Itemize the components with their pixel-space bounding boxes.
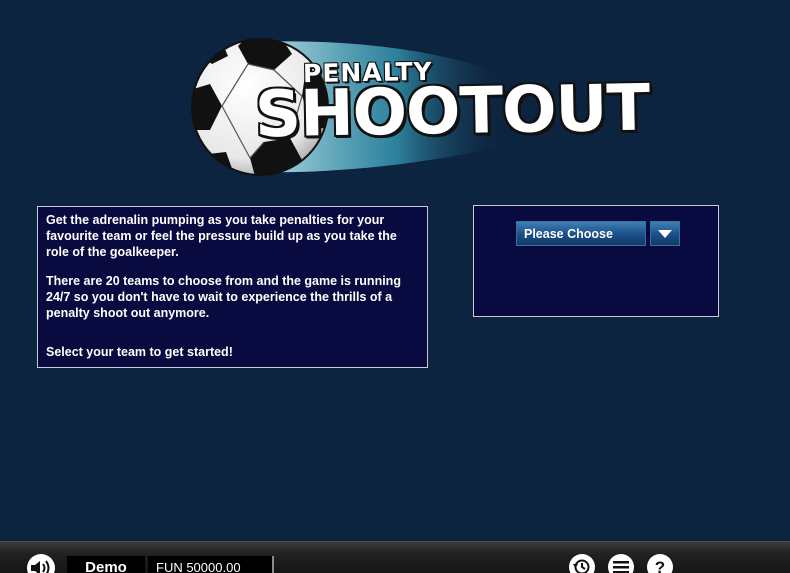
question-mark-icon: ?: [655, 559, 665, 573]
team-select-value[interactable]: Please Choose: [516, 221, 646, 246]
team-selection-panel: Please Choose: [473, 205, 719, 317]
bottom-toolbar: Demo FUN 50000.00 ?: [0, 541, 790, 573]
speaker-icon: [31, 560, 51, 573]
mode-label: Demo: [67, 556, 145, 573]
hamburger-menu-icon: [613, 560, 629, 573]
menu-button[interactable]: [608, 554, 634, 573]
call-to-action-text: Select your team to get started!: [46, 344, 419, 360]
description-paragraph: There are 20 teams to choose from and th…: [46, 273, 419, 321]
sound-toggle-button[interactable]: [27, 554, 55, 573]
dropdown-toggle-button[interactable]: [650, 221, 680, 246]
caret-down-icon: [658, 230, 672, 238]
logo-title-shootout: SHOOTOUT: [254, 77, 649, 148]
game-description-panel: Get the adrenalin pumping as you take pe…: [37, 206, 428, 368]
balance-display: FUN 50000.00: [148, 556, 274, 573]
description-paragraph: Get the adrenalin pumping as you take pe…: [46, 212, 419, 260]
team-select-dropdown[interactable]: Please Choose: [516, 221, 680, 246]
history-button[interactable]: [569, 554, 595, 573]
history-icon: [573, 558, 591, 573]
help-button[interactable]: ?: [647, 554, 673, 573]
